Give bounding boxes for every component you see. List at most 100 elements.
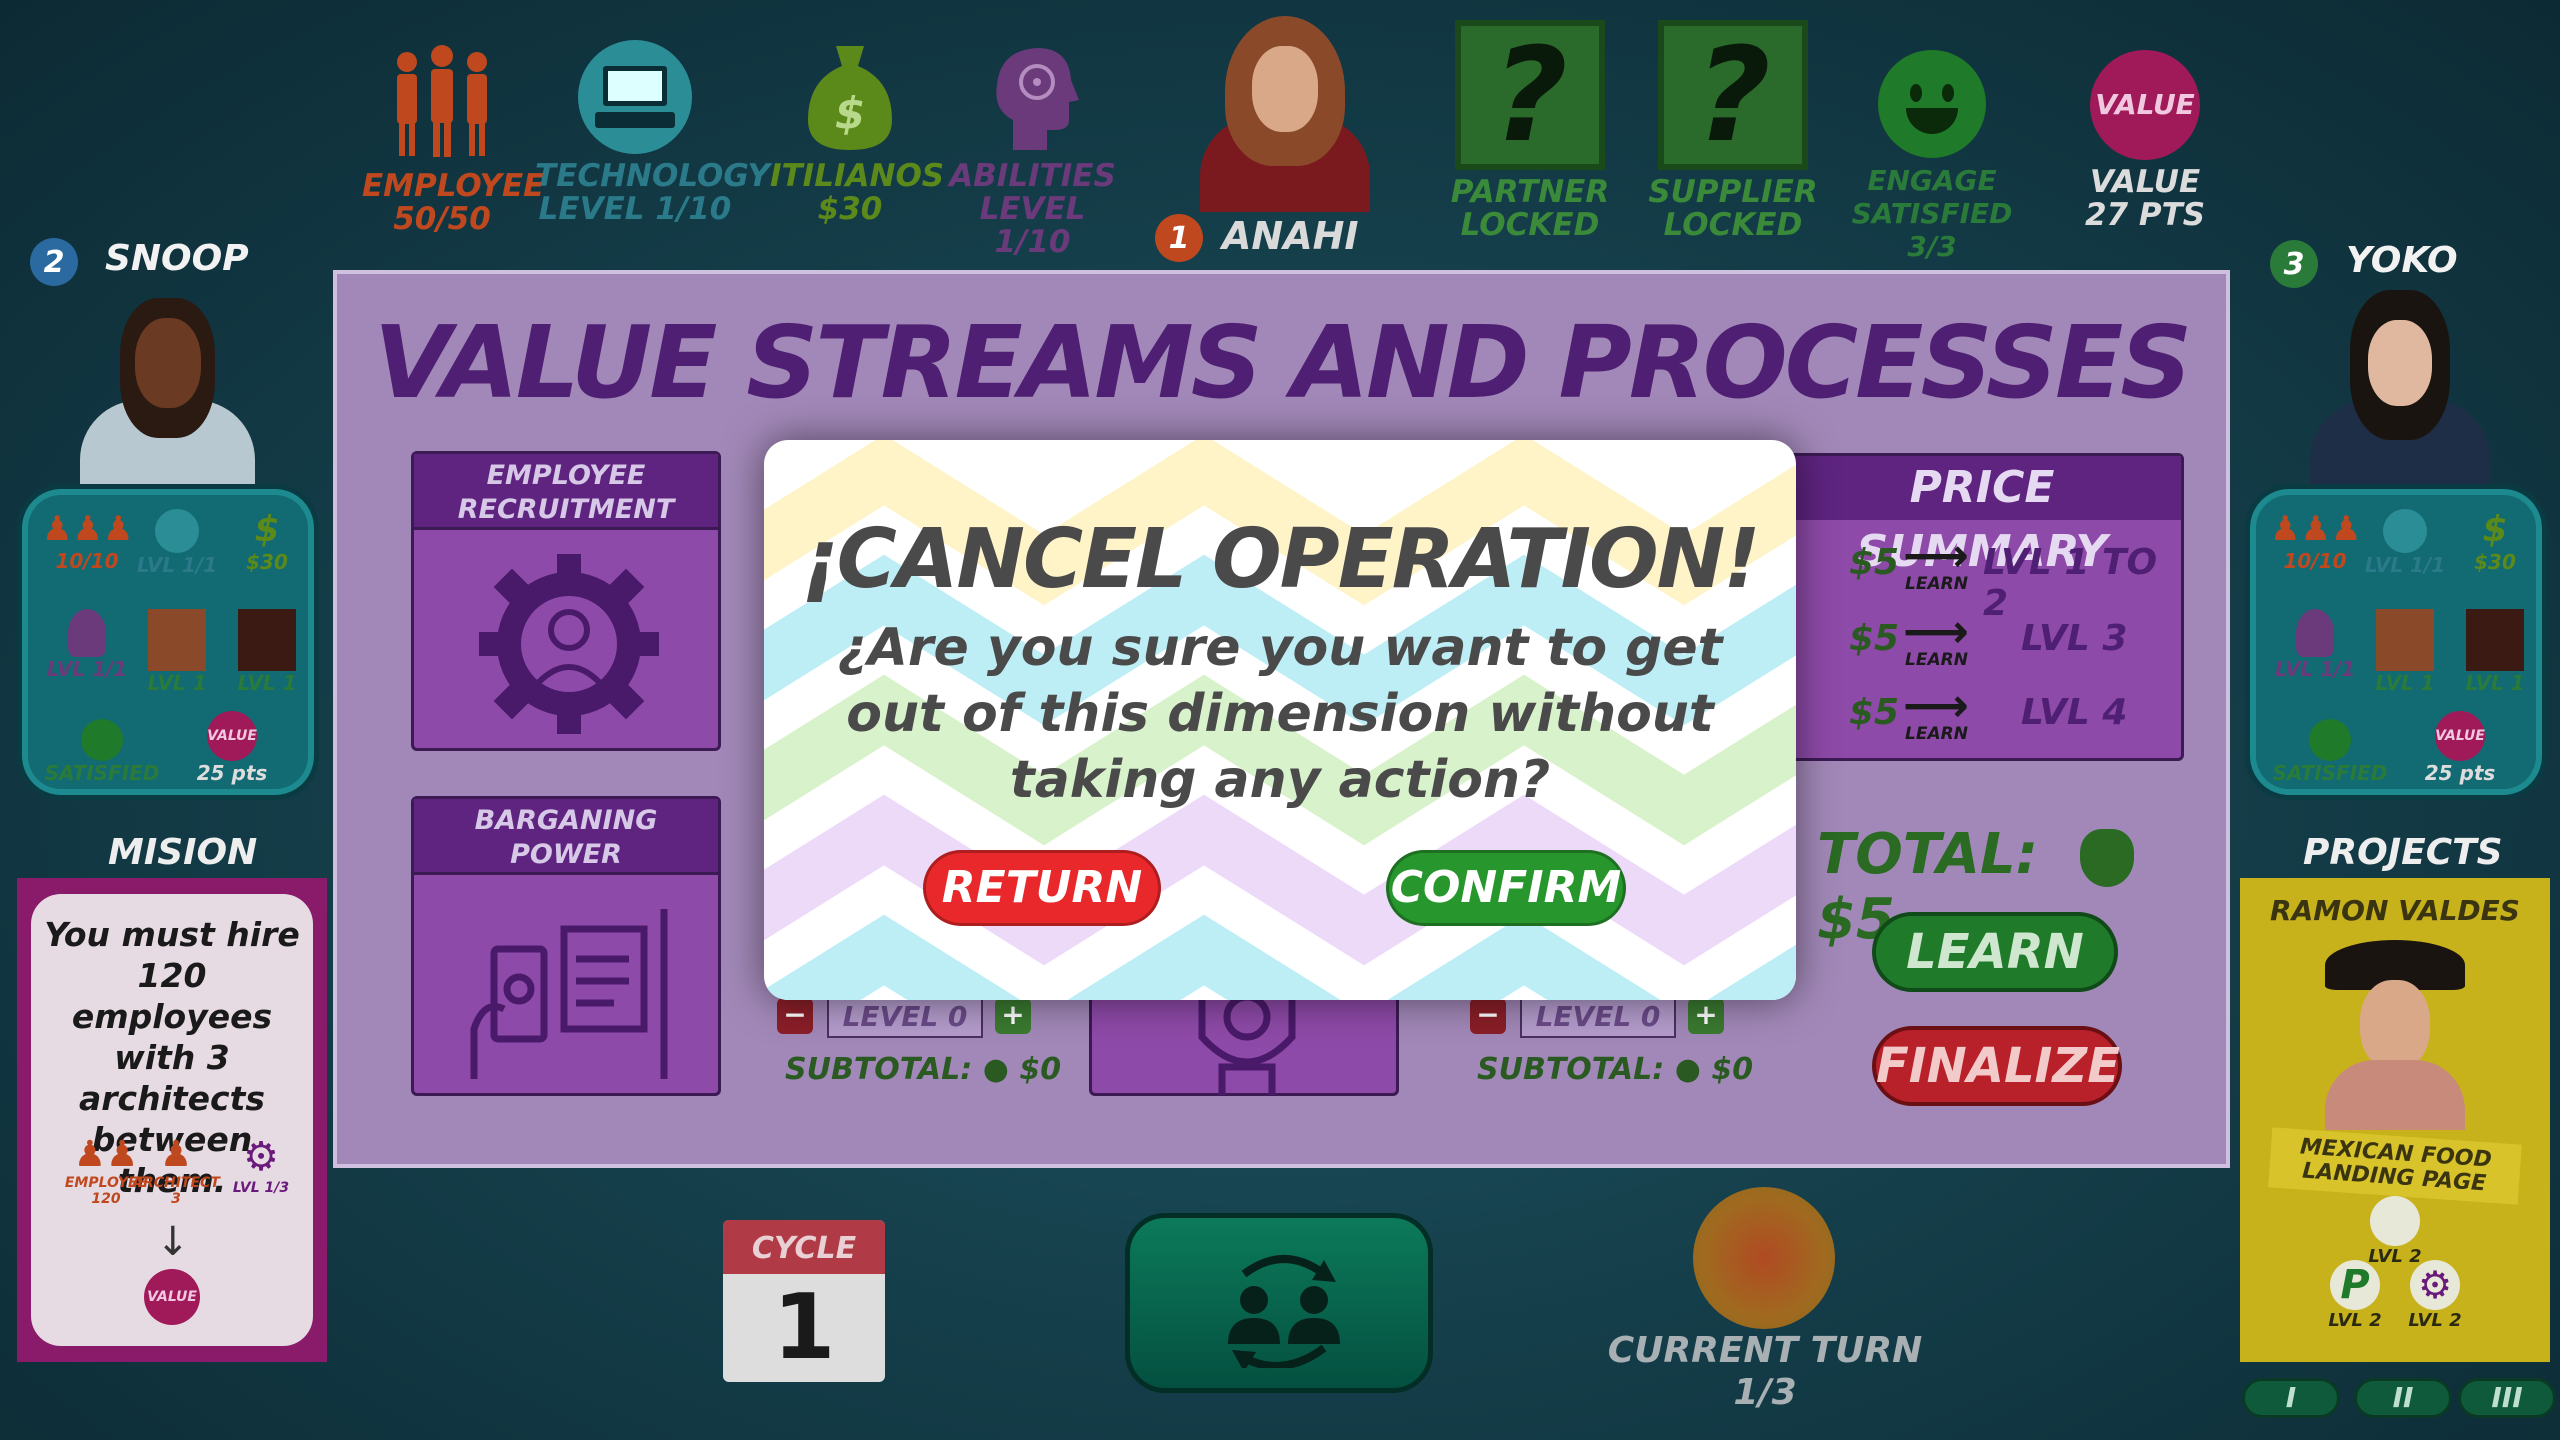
mission-architect-label: ARCHITECT (132, 1175, 220, 1191)
project-req-level: LVL 2 (2328, 1310, 2382, 1331)
engage-count: 3/3 (1907, 230, 1957, 263)
mission-ability: ⚙ LVL 1/3 (221, 1134, 301, 1196)
gear-person-icon: ⚙ (2410, 1260, 2460, 1310)
left-partner-lvl: LVL 1 (147, 671, 207, 695)
gear-person-icon: ⚙ (243, 1134, 279, 1180)
level-display: LEVEL 0 (1520, 994, 1676, 1038)
minus-button[interactable]: − (1470, 998, 1506, 1034)
gear-person-icon (479, 554, 659, 734)
employee-label: EMPLOYEE (362, 168, 545, 204)
value-badge-icon: VALUE (2090, 50, 2200, 160)
left-money: $30 (246, 550, 288, 574)
mission-title: MISION (108, 832, 258, 873)
employees-icon: ♟♟♟ (2270, 509, 2362, 549)
right-money: $30 (2474, 550, 2516, 574)
right-player-name: YOKO (2346, 240, 2458, 281)
employee-value: 50/50 (393, 201, 491, 237)
left-player-number: 2 (30, 238, 78, 286)
right-employees: 10/10 (2283, 549, 2347, 573)
value-stat: VALUE VALUE 27 PTS (2055, 50, 2235, 232)
value-points: 27 PTS (2084, 197, 2206, 233)
learn-button[interactable]: LEARN (1872, 912, 2118, 992)
partner-stat: ? PARTNER LOCKED (1440, 19, 1620, 242)
subtotal-label: SUBTOTAL: (785, 1052, 973, 1087)
smiley-icon (2309, 719, 2351, 761)
switch-player-button[interactable] (1125, 1213, 1433, 1393)
price-summary-title: PRICE SUMMARY (1783, 456, 2181, 577)
partner-label: PARTNER (1450, 174, 1610, 210)
employees-icon (397, 45, 487, 157)
subtotal-right: SUBTOTAL: ● $0 (1477, 1052, 1753, 1087)
project-req-ability: ⚙ LVL 2 (2400, 1260, 2470, 1331)
cancel-operation-modal: ¡CANCEL OPERATION! ¿Are you sure you wan… (764, 440, 1796, 1000)
left-ability: LVL 1/1 (46, 657, 128, 681)
current-turn-indicator (1693, 1187, 1835, 1329)
confirm-button[interactable]: CONFIRM (1386, 850, 1626, 926)
price-level: LVL 3 (2021, 618, 2128, 659)
supplier-value: LOCKED (1663, 207, 1803, 243)
cycle-number: 1 (772, 1275, 836, 1380)
minus-button[interactable]: − (777, 998, 813, 1034)
employee-recruitment-tile[interactable]: EMPLOYEE RECRUITMENT (411, 451, 721, 751)
computer-icon (2370, 1196, 2420, 1246)
bargaining-power-tile[interactable]: BARGANING POWER (411, 796, 721, 1096)
current-turn-value: 1/3 (1733, 1372, 1797, 1413)
right-player-avatar (2310, 290, 2490, 490)
subtotal-left: SUBTOTAL: ● $0 (785, 1052, 1061, 1087)
plus-button[interactable]: + (995, 998, 1031, 1034)
partner-portrait-icon (148, 609, 206, 671)
swap-users-icon (1228, 1255, 1340, 1368)
finalize-button[interactable]: FINALIZE (1872, 1026, 2122, 1106)
price-row: $5 ⟶ LEARN LVL 1 TO 2 (1783, 528, 2181, 624)
left-status: SATISFIED (44, 761, 160, 785)
return-button[interactable]: RETURN (923, 850, 1161, 926)
mission-architect: ♟ ARCHITECT 3 (131, 1134, 221, 1207)
project-req-level: LVL 2 (2408, 1310, 2462, 1331)
right-ability: LVL 1/1 (2274, 657, 2356, 681)
question-mark-icon: ? (1455, 19, 1605, 171)
right-status: SATISFIED (2272, 761, 2388, 785)
project-req-tech: LVL 2 (2360, 1196, 2430, 1267)
current-player-avatar (1190, 12, 1380, 212)
current-turn-label: CURRENT TURN (1607, 1330, 1923, 1371)
engage-label: ENGAGE (1867, 164, 1997, 197)
price-action: LEARN (1905, 650, 1968, 670)
mission-card[interactable]: You must hire 120 employees with 3 archi… (17, 878, 327, 1362)
itilianos-label: ITILIANOS (770, 158, 945, 194)
project-page-1-button[interactable]: I (2242, 1378, 2340, 1418)
technology-stat: TECHNOLOGY LEVEL 1/10 (535, 40, 770, 226)
subtotal-value: $0 (1019, 1052, 1062, 1087)
tile-title-line1: BARGANING (474, 805, 658, 836)
level-display: LEVEL 0 (827, 994, 983, 1038)
arrow-down-icon: ↓ (156, 1219, 190, 1265)
right-player-number: 3 (2270, 240, 2318, 288)
right-tech: LVL 1/1 (2364, 553, 2446, 577)
projects-title: PROJECTS (2303, 832, 2503, 873)
tile-title-line1: EMPLOYEE (486, 460, 646, 491)
cycle-label: CYCLE (723, 1220, 885, 1274)
project-page-2-button[interactable]: II (2354, 1378, 2452, 1418)
project-req-partner: P LVL 2 (2320, 1260, 2390, 1331)
right-player-card[interactable]: ♟♟♟ 10/10 LVL 1/1 $ $30 LVL 1/1 LVL 1 LV… (2245, 484, 2547, 800)
hand-document-icon (470, 909, 668, 1079)
plus-button[interactable]: + (1688, 998, 1724, 1034)
abilities-stat: ABILITIES LEVEL 1/10 (945, 40, 1120, 259)
total-label: TOTAL: (1817, 822, 2039, 887)
employees-icon: ♟♟♟ (42, 509, 134, 549)
tile-title-line2: POWER (510, 839, 622, 870)
itilianos-stat: $ ITILIANOS $30 (770, 40, 945, 227)
tile-title-line2: RECRUITMENT (457, 494, 675, 525)
project-card[interactable]: RAMON VALDES MEXICAN FOOD LANDING PAGE L… (2240, 878, 2550, 1362)
price-summary: PRICE SUMMARY $5 ⟶ LEARN LVL 1 TO 2 $5 ⟶… (1780, 453, 2184, 761)
price-level: LVL 4 (2021, 692, 2128, 733)
level-control-right: − LEVEL 0 + (1470, 994, 1724, 1038)
left-supplier-lvl: LVL 1 (237, 671, 297, 695)
money-bag-icon: $ (2482, 509, 2508, 550)
right-supplier-lvl: LVL 1 (2465, 671, 2525, 695)
project-page-3-button[interactable]: III (2458, 1378, 2556, 1418)
left-player-card[interactable]: ♟♟♟ 10/10 LVL 1/1 $ $30 LVL 1/1 LVL 1 LV… (17, 484, 319, 800)
brain-head-icon (983, 40, 1083, 154)
itilianos-value: $30 (817, 191, 883, 227)
abilities-value: LEVEL 1/10 (979, 191, 1086, 260)
supplier-portrait-icon (238, 609, 296, 671)
